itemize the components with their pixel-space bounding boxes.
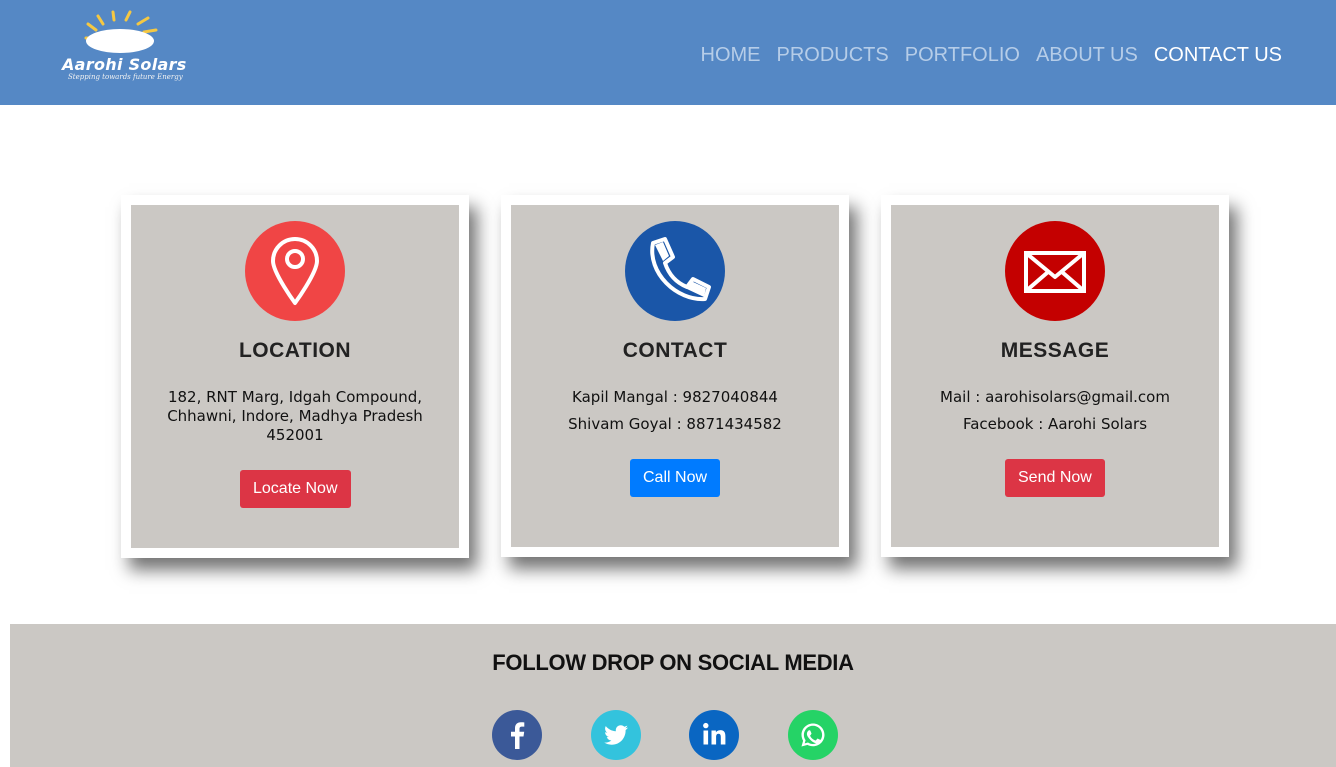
linkedin-icon[interactable] — [689, 710, 739, 760]
brand-tagline: Stepping towards future Energy — [68, 73, 183, 81]
contact-line-shivam: Shivam Goyal : 8871434582 — [568, 415, 782, 433]
location-title: LOCATION — [238, 339, 352, 362]
phone-icon — [625, 221, 725, 321]
nav-portfolio[interactable]: PORTFOLIO — [905, 44, 1020, 67]
message-details: Mail : aarohisolars@gmail.com Facebook :… — [909, 388, 1201, 442]
contact-title: CONTACT — [622, 339, 728, 362]
message-title: MESSAGE — [1000, 339, 1110, 362]
contact-details: Kapil Mangal : 9827040844 Shivam Goyal :… — [529, 388, 821, 442]
location-card: LOCATION 182, RNT Marg, Idgah Compound, … — [121, 195, 469, 558]
social-footer: FOLLOW DROP ON SOCIAL MEDIA — [10, 624, 1336, 767]
location-address: 182, RNT Marg, Idgah Compound, Chhawni, … — [167, 388, 423, 444]
site-header: Aarohi Solars Stepping towards future En… — [0, 0, 1336, 105]
facebook-line: Facebook : Aarohi Solars — [962, 415, 1148, 433]
brand-name: Aarohi Solars — [62, 55, 187, 74]
nav-about-us[interactable]: ABOUT US — [1036, 44, 1138, 67]
footer-title: FOLLOW DROP ON SOCIAL MEDIA — [492, 650, 854, 675]
map-pin-icon — [245, 221, 345, 321]
call-now-button[interactable]: Call Now — [630, 459, 721, 497]
main-nav: HOME PRODUCTS PORTFOLIO ABOUT US CONTACT… — [701, 44, 1282, 67]
contact-line-kapil: Kapil Mangal : 9827040844 — [572, 388, 778, 406]
nav-contact-us[interactable]: CONTACT US — [1154, 44, 1282, 67]
facebook-icon[interactable] — [492, 710, 542, 760]
locate-now-button[interactable]: Locate Now — [240, 470, 351, 508]
brand-logo[interactable]: Aarohi Solars Stepping towards future En… — [58, 8, 218, 90]
mail-line: Mail : aarohisolars@gmail.com — [940, 388, 1170, 406]
send-now-button[interactable]: Send Now — [1005, 459, 1105, 497]
nav-home[interactable]: HOME — [701, 44, 761, 67]
sun-logo-icon — [84, 10, 158, 53]
contact-card: CONTACT Kapil Mangal : 9827040844 Shivam… — [501, 195, 849, 557]
twitter-icon[interactable] — [591, 710, 641, 760]
envelope-icon — [1005, 221, 1105, 321]
message-card: MESSAGE Mail : aarohisolars@gmail.com Fa… — [881, 195, 1229, 557]
whatsapp-icon[interactable] — [788, 710, 838, 760]
nav-products[interactable]: PRODUCTS — [777, 44, 889, 67]
